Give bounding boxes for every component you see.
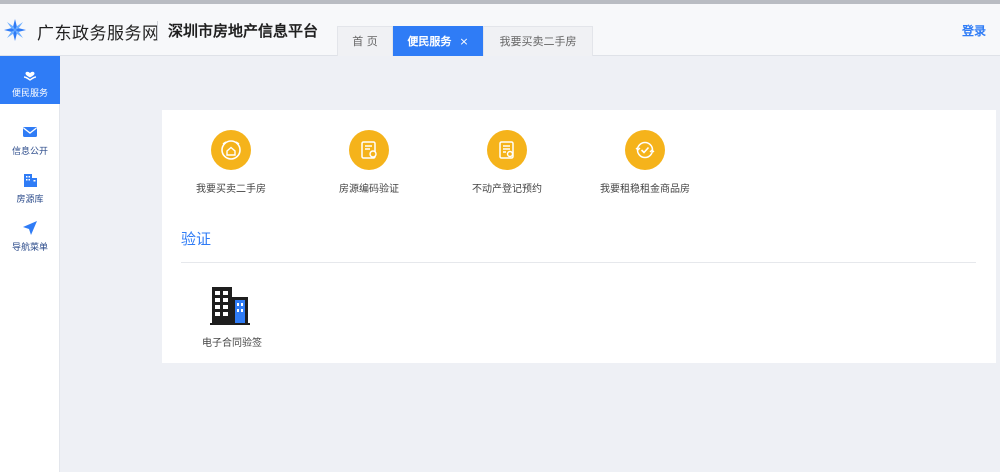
sidebar-item-listings[interactable]: 房源库	[0, 162, 60, 210]
sidebar-item-label: 信息公开	[11, 147, 48, 157]
building-icon	[22, 172, 38, 188]
sidebar-item-navigation-menu[interactable]: 导航菜单	[0, 210, 60, 258]
tab-buy-sell-secondhand[interactable]: 我要买卖二手房	[483, 26, 593, 56]
title-divider	[157, 21, 158, 41]
gov-logo-icon[interactable]	[3, 18, 27, 42]
tab-label: 首 页	[352, 35, 378, 48]
close-icon[interactable]: ×	[459, 35, 468, 48]
service-label: 房源编码验证	[339, 184, 399, 195]
login-link[interactable]: 登录	[962, 22, 986, 39]
tab-label: 我要买卖二手房	[499, 35, 577, 48]
tab-convenience-services[interactable]: 便民服务 ×	[393, 26, 483, 56]
platform-title: 深圳市房地产信息平台	[168, 22, 319, 40]
section-title-verify: 验证	[181, 230, 212, 248]
header-bar: 广东政务服务网 深圳市房地产信息平台 首 页 便民服务 × 我要买卖二手房 登录	[0, 4, 1000, 56]
service-label: 不动产登记预约	[472, 184, 542, 195]
sidebar-item-label: 导航菜单	[11, 243, 48, 253]
gov-portal-title[interactable]: 广东政务服务网	[37, 19, 160, 44]
service-label: 电子合同验签	[202, 338, 262, 349]
house-exchange-icon	[211, 130, 251, 170]
navigation-arrow-icon	[22, 220, 38, 236]
service-label: 我要租稳租金商品房	[600, 184, 690, 195]
mail-icon	[22, 124, 38, 140]
sidebar-item-label: 房源库	[16, 195, 44, 205]
check-rotate-icon	[625, 130, 665, 170]
services-panel: 我要买卖二手房 房源编码验证 不动产登记预约 我要租稳租金商品房 验证 电子合同…	[162, 110, 996, 363]
sidebar: 便民服务 信息公开 房源库 导航菜单	[0, 56, 60, 472]
tab-home[interactable]: 首 页	[337, 26, 393, 56]
register-document-icon	[487, 130, 527, 170]
heart-hand-icon	[22, 66, 38, 82]
service-label: 我要买卖二手房	[196, 184, 266, 195]
office-building-icon	[209, 284, 251, 326]
sidebar-item-info-disclosure[interactable]: 信息公开	[0, 114, 60, 162]
tab-label: 便民服务	[407, 35, 452, 48]
service-e-contract-verify[interactable]: 电子合同验签	[192, 284, 272, 354]
sidebar-item-label: 便民服务	[11, 89, 48, 99]
sidebar-item-convenience[interactable]: 便民服务	[0, 56, 60, 104]
certificate-icon	[349, 130, 389, 170]
section-divider	[181, 262, 976, 263]
